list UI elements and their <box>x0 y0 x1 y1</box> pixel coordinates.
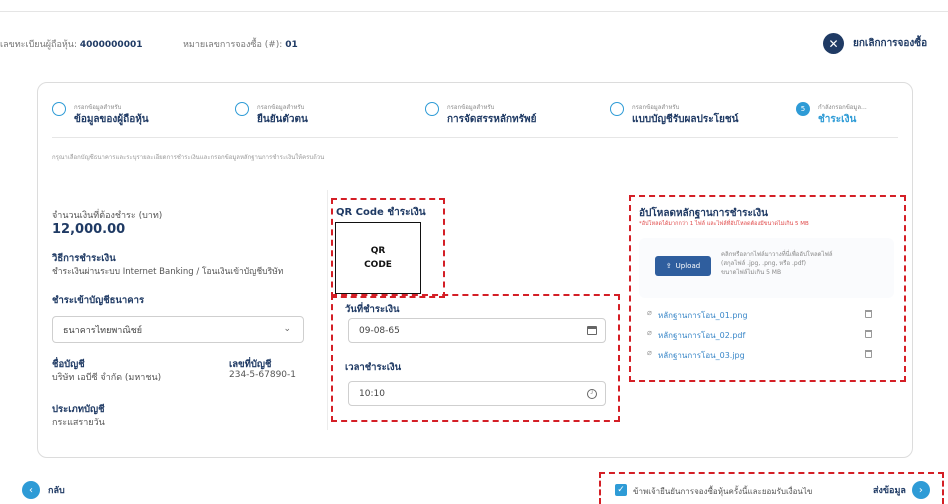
back-label: กลับ <box>48 486 65 496</box>
file-row: ⌀ หลักฐานการโอน_03.jpg <box>647 348 885 360</box>
reg-value: 4000000001 <box>79 40 143 50</box>
submit-button[interactable]: ส่งข้อมูล › <box>873 481 930 499</box>
file-link[interactable]: หลักฐานการโอน_02.pdf <box>658 329 745 342</box>
step-3[interactable]: กรอกข้อมูลสำหรับ การจัดสรรหลักทรัพย์ <box>425 102 536 127</box>
step-5-active[interactable]: 5 กำลังกรอกข้อมูล... ชำระเงิน <box>796 102 867 127</box>
trash-icon[interactable] <box>865 350 872 358</box>
step-1[interactable]: กรอกข้อมูลสำหรับ ข้อมูลของผู้ถือหุ้น <box>52 102 149 127</box>
order-number: หมายเลขการจองซื้อ (#): 01 <box>183 37 298 51</box>
payment-time-label: เวลาชำระเงิน <box>345 362 402 373</box>
submit-label: ส่งข้อมูล <box>873 486 906 496</box>
payment-method-value: ชำระเงินผ่านระบบ Internet Banking / โอนเ… <box>52 267 284 277</box>
file-link[interactable]: หลักฐานการโอน_01.png <box>658 309 748 322</box>
file-link[interactable]: หลักฐานการโอน_03.jpg <box>658 349 745 362</box>
qr-code-image: QR CODE <box>335 222 421 294</box>
calendar-icon <box>587 326 597 335</box>
shareholder-reg: เลขทะเบียนผู้ถือหุ้น: 4000000001 <box>0 37 142 51</box>
trash-icon[interactable] <box>865 330 872 338</box>
check-circle-icon <box>235 102 249 116</box>
step-2[interactable]: กรอกข้อมูลสำหรับ ยืนยันตัวตน <box>235 102 308 127</box>
upload-note: *อัปโหลดได้มากกว่า 1 ไฟล์ และไฟล์ที่อัปโ… <box>639 221 809 227</box>
upload-button-label: Upload <box>675 262 701 270</box>
step-4-label: แบบบัญชีรับผลประโยชน์ <box>632 114 739 125</box>
step-5-caption: กำลังกรอกข้อมูล... <box>818 104 867 111</box>
trash-icon[interactable] <box>865 310 872 318</box>
stepper-divider <box>52 137 898 138</box>
step-5-label: ชำระเงิน <box>818 114 857 125</box>
step-3-label: การจัดสรรหลักทรัพย์ <box>447 114 537 125</box>
file-row: ⌀ หลักฐานการโอน_02.pdf <box>647 328 885 340</box>
bank-select[interactable]: ธนาคารไทยพาณิชย์ ⌄ <box>52 316 304 343</box>
clock-icon: ┘ <box>587 389 597 399</box>
back-button[interactable]: ‹ กลับ <box>22 481 65 499</box>
cancel-order-button[interactable]: ✕ ยกเลิกการจองซื้อ <box>823 33 927 54</box>
step-2-caption: กรอกข้อมูลสำหรับ <box>257 104 305 111</box>
paperclip-icon: ⌀ <box>647 348 652 357</box>
account-type-value: กระแสรายวัน <box>52 418 105 428</box>
account-name-value: บริษัท เอบีซี จำกัด (มหาชน) <box>52 373 162 383</box>
check-circle-icon <box>52 102 66 116</box>
payment-time-input[interactable]: 10:10 ┘ <box>348 381 606 406</box>
check-circle-icon <box>425 102 439 116</box>
bank-account-label: ชำระเข้าบัญชีธนาคาร <box>52 295 145 306</box>
step-number-badge: 5 <box>796 102 810 116</box>
step-1-caption: กรอกข้อมูลสำหรับ <box>74 104 122 111</box>
consent-checkbox[interactable]: ✓ <box>615 484 627 496</box>
upload-hint-line-3: ขนาดไฟล์ไม่เกิน 5 MB <box>721 269 782 276</box>
order-label: หมายเลขการจองซื้อ (#): <box>183 40 283 50</box>
qr-title: QR Code ชำระเงิน <box>336 207 426 218</box>
chevron-right-icon: › <box>911 481 930 499</box>
account-number-value: 234-5-67890-1 <box>229 370 297 380</box>
step-1-label: ข้อมูลของผู้ถือหุ้น <box>74 114 149 125</box>
stepper: กรอกข้อมูลสำหรับ ข้อมูลของผู้ถือหุ้น กรอ… <box>52 102 902 136</box>
step-2-label: ยืนยันตัวตน <box>257 114 308 125</box>
payment-date-input[interactable]: 09-08-65 <box>348 318 606 343</box>
amount-value: 12,000.00 <box>52 222 126 237</box>
payment-time-value: 10:10 <box>359 388 385 399</box>
upload-button[interactable]: ⇪ Upload <box>655 256 711 276</box>
qr-text-line-2: CODE <box>364 260 392 270</box>
upload-hint: คลิกหรือลากไฟล์มาวางที่นี่เพื่ออัปโหลดไฟ… <box>721 250 891 277</box>
reg-label: เลขทะเบียนผู้ถือหุ้น: <box>0 40 77 50</box>
consent-label: ข้าพเจ้ายืนยันการจองซื้อหุ้นครั้งนี้และย… <box>633 487 813 496</box>
column-divider <box>327 190 328 430</box>
qr-text-line-1: QR <box>370 246 386 256</box>
instruction-text: กรุณาเลือกบัญชีธนาคารและระบุรายละเอียดกา… <box>52 154 325 161</box>
cancel-label: ยกเลิกการจองซื้อ <box>853 38 928 49</box>
amount-label: จำนวนเงินที่ต้องชำระ (บาท) <box>52 211 163 221</box>
upload-title: อัปโหลดหลักฐานการชำระเงิน <box>639 208 769 219</box>
bank-select-value: ธนาคารไทยพาณิชย์ <box>63 325 143 336</box>
upload-hint-line-1: คลิกหรือลากไฟล์มาวางที่นี่เพื่ออัปโหลดไฟ… <box>721 251 833 258</box>
chevron-left-icon: ‹ <box>22 481 40 499</box>
upload-icon: ⇪ <box>665 262 672 270</box>
step-4-caption: กรอกข้อมูลสำหรับ <box>632 104 680 111</box>
order-value: 01 <box>285 40 298 50</box>
payment-date-label: วันที่ชำระเงิน <box>345 304 400 315</box>
payment-date-value: 09-08-65 <box>359 325 400 336</box>
check-circle-icon <box>610 102 624 116</box>
chevron-down-icon: ⌄ <box>283 324 291 334</box>
file-row: ⌀ หลักฐานการโอน_01.png <box>647 308 885 320</box>
step-4[interactable]: กรอกข้อมูลสำหรับ แบบบัญชีรับผลประโยชน์ <box>610 102 738 127</box>
top-divider <box>0 11 948 12</box>
upload-hint-line-2: (สกุลไฟล์ .jpg, .png, หรือ .pdf) <box>721 260 806 267</box>
paperclip-icon: ⌀ <box>647 328 652 337</box>
upload-dropzone[interactable]: ⇪ Upload คลิกหรือลากไฟล์มาวางที่นี่เพื่อ… <box>639 238 894 298</box>
close-icon: ✕ <box>823 33 844 54</box>
step-3-caption: กรอกข้อมูลสำหรับ <box>447 104 495 111</box>
paperclip-icon: ⌀ <box>647 308 652 317</box>
